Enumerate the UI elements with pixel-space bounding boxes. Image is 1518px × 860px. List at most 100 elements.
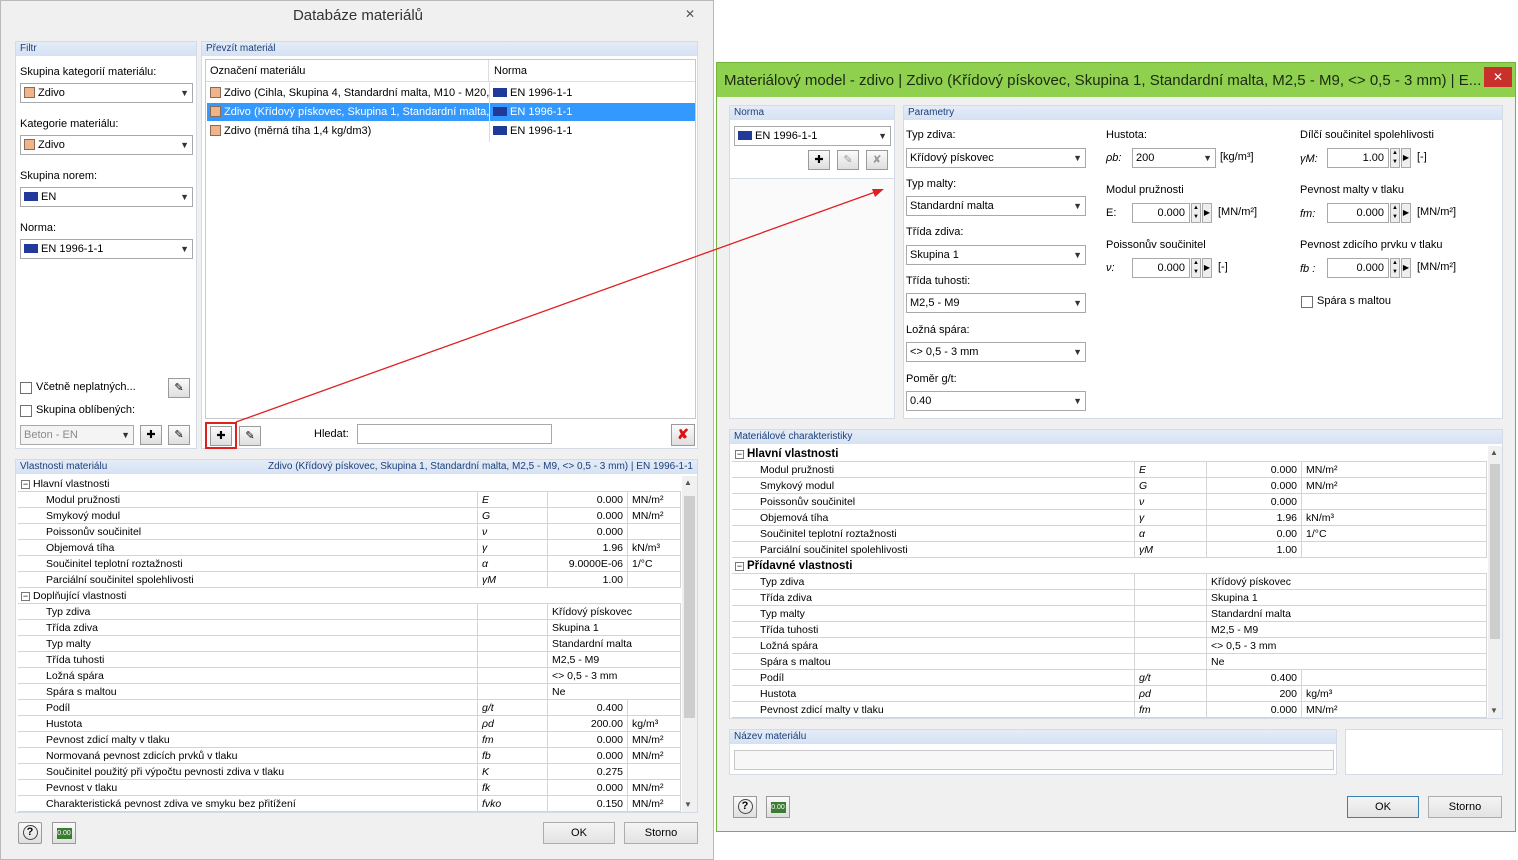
table-row[interactable]: Třída tuhosti M2,5 - M9 [732,622,1487,638]
ratio-select[interactable]: 0.40 ▼ [906,391,1086,411]
table-row[interactable]: Součinitel teplotní roztažnosti α 9.0000E-… [18,556,681,572]
table-row[interactable]: Pevnost v tlaku fk 0.000 MN/m² [18,780,681,796]
units-button[interactable]: 0.00 [766,796,790,818]
fb-stepper[interactable]: ▲ ▼ [1390,258,1400,278]
poisson-stepper[interactable]: ▲ ▼ [1191,258,1201,278]
list-item[interactable]: Zdivo (měrná tíha 1,4 kg/dm3) EN 1996-1-… [207,122,695,140]
table-row[interactable]: Objemová tíha γ 1.96 kN/m³ [732,510,1487,526]
table-row[interactable]: Objemová tíha γ 1.96 kN/m³ [18,540,681,556]
table-row[interactable]: Parciální součinitel spolehlivosti γM 1.00 [732,542,1487,558]
table-row[interactable]: Charakteristická pevnost zdiva ve smyku … [18,796,681,812]
group-header[interactable]: − Doplňující vlastnosti [18,588,681,604]
material-name-input[interactable] [734,750,1334,770]
list-item[interactable]: Zdivo (Cihla, Skupina 4, Standardní malt… [207,84,695,102]
group-header[interactable]: − Hlavní vlastnosti [18,476,681,492]
include-invalid-button[interactable]: ✎ [168,378,190,398]
table-row[interactable]: Typ malty Standardní malta [732,606,1487,622]
table-row[interactable]: Typ malty Standardní malta [18,636,681,652]
cancel-button[interactable]: Storno [624,822,698,844]
table-row[interactable]: Ložná spára <> 0,5 - 3 mm [732,638,1487,654]
emod-menu-button[interactable]: ▶ [1202,203,1212,223]
gamma-stepper[interactable]: ▲ ▼ [1390,148,1400,168]
table-row[interactable]: Hustota ρd 200.00 kg/m³ [18,716,681,732]
vertical-scrollbar[interactable]: ▲ ▼ [682,476,697,812]
group-category-select[interactable]: Zdivo ▼ [20,83,193,103]
edit-norm-button[interactable]: ✎ [837,150,859,170]
table-row[interactable]: Hustota ρd 200 kg/m³ [732,686,1487,702]
group-header[interactable]: − Hlavní vlastnosti [732,446,1487,462]
edit-material-button[interactable]: ✎ [239,426,261,446]
include-invalid-checkbox[interactable] [20,382,32,394]
table-row[interactable]: Parciální součinitel spolehlivosti γM 1.00 [18,572,681,588]
gamma-input[interactable]: 1.00 [1327,148,1389,168]
poisson-input[interactable]: 0.000 [1132,258,1190,278]
vertical-scrollbar[interactable]: ▲ ▼ [1488,446,1502,718]
table-row[interactable]: Podíl g/t 0.400 [732,670,1487,686]
list-item-selected[interactable]: Zdivo (Křídový pískovec, Skupina 1, Stan… [207,103,695,121]
table-row[interactable]: Smykový modul G 0.000 MN/m² [732,478,1487,494]
mortar-type-select[interactable]: Standardní malta ▼ [906,196,1086,216]
ok-button[interactable]: OK [1347,796,1419,818]
collapse-icon[interactable]: − [735,450,744,459]
poisson-menu-button[interactable]: ▶ [1202,258,1212,278]
table-row[interactable]: Pevnost zdicí malty v tlaku fm 0.000 MN/m² [732,702,1487,718]
close-button[interactable]: ✕ [1484,67,1512,87]
help-button[interactable]: ? [733,796,757,818]
new-favorite-button[interactable]: ✚ [140,425,162,445]
fb-menu-button[interactable]: ▶ [1401,258,1411,278]
table-row[interactable]: Třída zdiva Skupina 1 [732,590,1487,606]
delete-button[interactable]: ✘ [671,424,695,446]
table-row[interactable]: Modul pružnosti E 0.000 MN/m² [18,492,681,508]
close-button[interactable]: ✕ [677,5,703,23]
table-row[interactable]: Pevnost zdicí malty v tlaku fm 0.000 MN/m² [18,732,681,748]
collapse-icon[interactable]: − [21,592,30,601]
table-row[interactable]: Poissonův součinitel ν 0.000 [732,494,1487,510]
table-row[interactable]: Spára s maltou Ne [18,684,681,700]
gamma-menu-button[interactable]: ▶ [1401,148,1411,168]
ok-button[interactable]: OK [543,822,615,844]
edit-favorite-button[interactable]: ✎ [168,425,190,445]
collapse-icon[interactable]: − [735,562,744,571]
norm-select[interactable]: EN 1996-1-1 ▼ [734,126,891,146]
norm-select[interactable]: EN 1996-1-1 ▼ [20,239,193,259]
table-row[interactable]: Třída tuhosti M2,5 - M9 [18,652,681,668]
new-material-button[interactable]: ✚ [210,426,232,446]
help-button[interactable]: ? [18,822,42,844]
group-header[interactable]: − Přídavné vlastnosti [732,558,1487,574]
joint-mortar-checkbox[interactable] [1301,296,1313,308]
emod-input[interactable]: 0.000 [1132,203,1190,223]
table-row[interactable]: Typ zdiva Křídový pískovec [18,604,681,620]
delete-norm-button[interactable]: ✘ [866,150,888,170]
new-norm-button[interactable]: ✚ [808,150,830,170]
fm-stepper[interactable]: ▲ ▼ [1390,203,1400,223]
category-select[interactable]: Zdivo ▼ [20,135,193,155]
table-row[interactable]: Normovaná pevnost zdicích prvků v tlaku f… [18,748,681,764]
table-row[interactable]: Typ zdiva Křídový pískovec [732,574,1487,590]
fm-input[interactable]: 0.000 [1327,203,1389,223]
bed-joint-select[interactable]: <> 0,5 - 3 mm ▼ [906,342,1086,362]
norm-group-select[interactable]: EN ▼ [20,187,193,207]
emod-stepper[interactable]: ▲ ▼ [1191,203,1201,223]
fb-input[interactable]: 0.000 [1327,258,1389,278]
masonry-type-select[interactable]: Křídový pískovec ▼ [906,148,1086,168]
table-row[interactable]: Smykový modul G 0.000 MN/m² [18,508,681,524]
table-row[interactable]: Ložná spára <> 0,5 - 3 mm [18,668,681,684]
search-input[interactable] [357,424,552,444]
masonry-class-select[interactable]: Skupina 1 ▼ [906,245,1086,265]
table-row[interactable]: Podíl g/t 0.400 [18,700,681,716]
collapse-icon[interactable]: − [21,480,30,489]
favorites-checkbox[interactable] [20,405,32,417]
scroll-thumb[interactable] [1490,464,1500,639]
table-row[interactable]: Modul pružnosti E 0.000 MN/m² [732,462,1487,478]
table-row[interactable]: Součinitel použitý při výpočtu pevnosti … [18,764,681,780]
stiffness-class-select[interactable]: M2,5 - M9 ▼ [906,293,1086,313]
col-header-norm[interactable]: Norma [489,60,695,82]
density-select[interactable]: 200 ▼ [1132,148,1216,168]
units-button[interactable]: 0.00 [52,822,76,844]
favorites-select[interactable]: Beton - EN ▼ [20,425,134,445]
scroll-thumb[interactable] [684,496,695,718]
table-row[interactable]: Spára s maltou Ne [732,654,1487,670]
col-header-name[interactable]: Označení materiálu [206,60,489,82]
fm-menu-button[interactable]: ▶ [1401,203,1411,223]
table-row[interactable]: Třída zdiva Skupina 1 [18,620,681,636]
